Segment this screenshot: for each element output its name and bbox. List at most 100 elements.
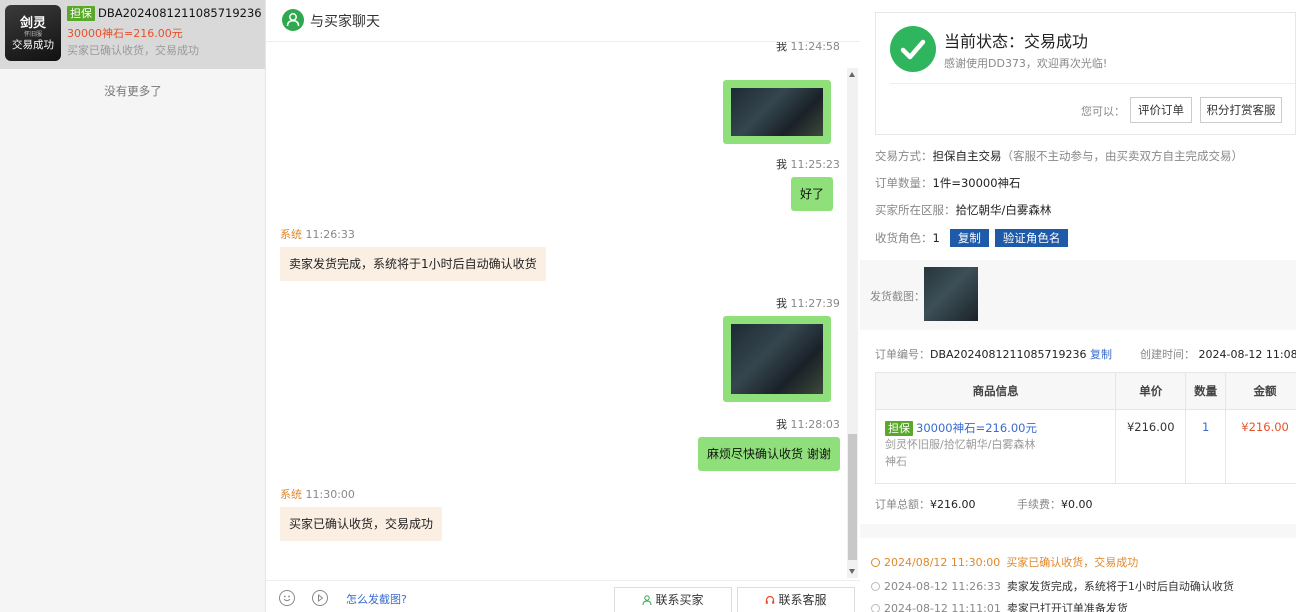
rate-order-button[interactable]: 评价订单: [1130, 97, 1192, 123]
shipping-screenshot-label: 发货截图：: [870, 290, 925, 303]
order-number-row: 订单编号：DBA2024081211085719236 复制: [875, 346, 1112, 362]
col-quantity: 数量: [1185, 372, 1227, 410]
order-no-label: 订单编号：: [875, 348, 930, 361]
buyer-avatar-icon: [282, 9, 304, 31]
col-amount: 金额: [1225, 372, 1296, 410]
screenshot-image: [731, 88, 823, 136]
log-time: 2024-08-12 11:11:01: [884, 602, 1001, 612]
contact-service-button[interactable]: 联系客服: [737, 587, 855, 612]
game-thumbnail: 剑灵 怀旧服 交易成功: [5, 5, 61, 61]
play-icon[interactable]: [312, 590, 328, 606]
scroll-up-icon[interactable]: [849, 72, 855, 77]
order-number: DBA2024081211085719236: [98, 6, 262, 20]
goods-table: 商品信息 单价 数量 金额 担保 30000神石=216.00元 剑灵怀旧服/拾忆…: [874, 372, 1296, 484]
verify-role-button[interactable]: 验证角色名: [994, 229, 1069, 247]
system-message: 卖家发货完成，系统将于1小时后自动确认收货: [280, 247, 546, 281]
scrollbar-thumb[interactable]: [848, 434, 857, 560]
image-message[interactable]: [723, 80, 831, 144]
order-qty-row: 订单数量：1件=30000神石: [875, 175, 1021, 191]
receiving-role-row: 收货角色：1 复制 验证角色名: [875, 229, 1069, 247]
system-message: 买家已确认收货，交易成功: [280, 507, 443, 541]
goods-info-cell: 担保 30000神石=216.00元 剑灵怀旧服/拾忆朝华/白雾森林 神石: [874, 409, 1117, 484]
you-can-label: 您可以：: [1081, 105, 1125, 118]
goods-server: 剑灵怀旧服/拾忆朝华/白雾森林: [885, 438, 1036, 451]
timeline-dot-icon: [871, 558, 880, 567]
table-row: 担保 30000神石=216.00元 剑灵怀旧服/拾忆朝华/白雾森林 神石 ¥21…: [874, 409, 1296, 484]
created-time-label: 创建时间：: [1140, 348, 1195, 361]
my-message: 麻烦尽快确认收货 谢谢: [698, 437, 840, 471]
order-list-panel: 剑灵 怀旧服 交易成功 担保 DBA2024081211085719236 300…: [0, 0, 266, 612]
section-divider: [860, 524, 1296, 538]
message-time: 系统 11:30:00: [280, 488, 355, 501]
order-no-value: DBA2024081211085719236: [930, 348, 1087, 361]
order-detail-panel: 当前状态：交易成功 感谢使用DD373，欢迎再次光临! 您可以： 评价订单 积分…: [860, 0, 1296, 612]
chat-scrollbar[interactable]: [847, 68, 858, 578]
server-row: 买家所在区服：拾忆朝华/白雾森林: [875, 202, 1051, 218]
screenshot-help-link[interactable]: 怎么发截图?: [346, 591, 407, 607]
amount-cell: ¥216.00: [1225, 409, 1296, 484]
timeline-dot-icon: [871, 604, 880, 612]
scroll-down-icon[interactable]: [849, 569, 855, 574]
log-desc: 卖家发货完成，系统将于1小时后自动确认收货: [1006, 580, 1234, 593]
message-time: 系统 11:26:33: [280, 228, 355, 241]
order-log-item: 2024-08-12 11:11:01 卖家已打开订单准备发货: [871, 600, 1128, 612]
copy-order-no-link[interactable]: 复制: [1090, 348, 1112, 361]
quantity-cell: 1: [1185, 409, 1227, 484]
tip-service-button[interactable]: 积分打赏客服: [1200, 97, 1282, 123]
total-value: ¥216.00: [930, 498, 976, 511]
log-time: 2024/08/12 11:30:00: [884, 556, 1001, 569]
guarantee-tag: 担保: [885, 421, 913, 436]
no-more-text: 没有更多了: [104, 84, 162, 98]
thumb-subtitle: 怀旧服: [23, 31, 42, 38]
copy-role-button[interactable]: 复制: [949, 229, 989, 247]
trade-mode-value: 担保自主交易: [932, 149, 1002, 163]
order-log-item: 2024-08-12 11:26:33 卖家发货完成，系统将于1小时后自动确认收货: [871, 578, 1234, 594]
trade-mode-note: （客服不主动参与，由买卖双方自主完成交易）: [1001, 149, 1244, 163]
status-title: 当前状态：交易成功: [944, 32, 1089, 51]
log-desc: 卖家已打开订单准备发货: [1006, 602, 1128, 612]
headset-icon: [766, 595, 775, 604]
created-time-row: 创建时间： 2024-08-12 11:08:57: [1140, 346, 1296, 362]
message-time: 我 11:25:23: [776, 158, 840, 171]
shipping-screenshot-image[interactable]: [924, 267, 978, 321]
order-qty-label: 订单数量：: [875, 176, 933, 190]
status-box: 当前状态：交易成功 感谢使用DD373，欢迎再次光临! 您可以： 评价订单 积分…: [875, 12, 1296, 135]
goods-title-link[interactable]: 30000神石=216.00元: [916, 421, 1037, 435]
guarantee-tag: 担保: [67, 6, 95, 21]
emoji-icon[interactable]: [279, 590, 295, 606]
order-qty-value: 1件=30000神石: [932, 176, 1021, 190]
message-time: 我 11:27:39: [776, 297, 840, 310]
thumb-title: 剑灵: [19, 16, 46, 31]
contact-buyer-label: 联系买家: [655, 593, 704, 607]
order-item-status: 买家已确认收货，交易成功: [67, 44, 199, 57]
trade-mode-label: 交易方式：: [875, 149, 933, 163]
col-goods-info: 商品信息: [874, 372, 1117, 410]
order-list-item[interactable]: 剑灵 怀旧服 交易成功 担保 DBA2024081211085719236 300…: [0, 0, 265, 69]
status-divider: [890, 83, 1295, 84]
message-time-clipped: 我 11:24:58: [776, 42, 840, 53]
chat-panel: 与买家聊天 我 11:24:58 我 11:25:23 好了 系统 11:26:…: [266, 0, 860, 612]
order-log-item: 2024/08/12 11:30:00 买家已确认收货，交易成功: [871, 554, 1138, 570]
server-value: 拾忆朝华/白雾森林: [955, 203, 1052, 217]
fee-value: ¥0.00: [1061, 498, 1093, 511]
timeline-dot-icon: [871, 582, 880, 591]
server-label: 买家所在区服：: [875, 203, 956, 217]
log-time: 2024-08-12 11:26:33: [884, 580, 1001, 593]
contact-buyer-button[interactable]: 联系买家: [614, 587, 732, 612]
role-value: 1: [932, 231, 940, 245]
col-unit-price: 单价: [1115, 372, 1187, 410]
role-label: 收货角色：: [875, 231, 933, 245]
status-subtitle: 感谢使用DD373，欢迎再次光临!: [944, 57, 1108, 70]
image-message[interactable]: [723, 316, 831, 402]
user-icon: [642, 595, 652, 605]
chat-header: 与买家聊天: [266, 0, 860, 42]
trade-mode-row: 交易方式：担保自主交易（客服不主动参与，由买卖双方自主完成交易）: [875, 148, 1243, 164]
chat-title: 与买家聊天: [310, 14, 380, 30]
contact-service-label: 联系客服: [778, 593, 827, 607]
order-item-price: 30000神石=216.00元: [67, 27, 183, 40]
total-label: 订单总额：: [875, 498, 930, 511]
chat-messages[interactable]: 我 11:24:58 我 11:25:23 好了 系统 11:26:33 卖家发…: [266, 42, 860, 580]
goods-table-header: 商品信息 单价 数量 金额: [874, 372, 1296, 410]
totals-row: 订单总额：¥216.00 手续费：¥0.00: [875, 496, 1093, 512]
goods-type: 神石: [885, 455, 907, 468]
